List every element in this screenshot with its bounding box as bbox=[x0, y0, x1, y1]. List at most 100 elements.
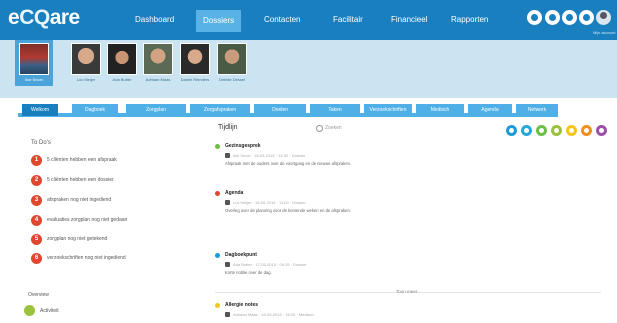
logo-text-mid: CQ bbox=[19, 6, 50, 29]
filter-dagboek-icon[interactable] bbox=[521, 125, 532, 136]
todo-number-badge: 2 bbox=[31, 175, 42, 186]
client-ada-butter[interactable]: Ada Butter bbox=[107, 43, 137, 82]
client-ilse-snoei[interactable]: Ilse Snoei bbox=[15, 40, 53, 86]
overview-item-label: Activiteit bbox=[40, 308, 59, 314]
nav-rapporten[interactable]: Rapporten bbox=[451, 15, 488, 24]
filter-medisch-icon[interactable] bbox=[566, 125, 577, 136]
filter-activiteit-icon[interactable] bbox=[551, 125, 562, 136]
client-name: Adriaan Maas bbox=[145, 77, 171, 82]
entry-body: Korte notitie over de dag. bbox=[225, 270, 272, 275]
entry-body: Afspraak met de ouders over de voortgang… bbox=[225, 161, 352, 166]
entry-meta-text: Ada Butter · 17-05-2015 · 09:15 · Dossie… bbox=[233, 262, 307, 267]
filter-agenda-icon[interactable] bbox=[581, 125, 592, 136]
tab-dagboek[interactable]: Dagboek bbox=[72, 104, 118, 116]
todo-number-badge: 5 bbox=[31, 234, 42, 245]
logo-text-right: are bbox=[49, 6, 81, 29]
search-icon bbox=[316, 125, 323, 132]
entry-bullet-icon bbox=[215, 253, 220, 258]
filter-gesprek-icon[interactable] bbox=[536, 125, 547, 136]
my-account-link[interactable]: Mijn account bbox=[593, 30, 615, 35]
todo-number-badge: 1 bbox=[31, 155, 42, 166]
tab-medisch[interactable]: Medisch bbox=[416, 104, 464, 116]
tab-zorgafspraken[interactable]: Zorgafspraken bbox=[190, 104, 250, 116]
nav-dossiers[interactable]: Dossiers bbox=[196, 10, 242, 32]
app-page: eCQare Dashboard Dossiers Contacten Faci… bbox=[0, 0, 617, 323]
help-icon[interactable] bbox=[579, 10, 594, 25]
entry-body: Overleg over de planning voor de komende… bbox=[225, 208, 351, 213]
entry-meta: Adriaan Maas · 16-05-2015 · 16:20 · Medi… bbox=[225, 312, 314, 318]
client-strip: Ilse Snoei Luc Meijer Ada Butter Adriaan… bbox=[0, 40, 617, 98]
todo-text: 5 cliënten hebben een dossier bbox=[47, 177, 114, 183]
todo-text: evaluaties zorgplan nog niet gedaan bbox=[47, 217, 128, 223]
nav-financieel[interactable]: Financieel bbox=[391, 15, 427, 24]
filter-all-icon[interactable] bbox=[506, 125, 517, 136]
entry-bullet-icon bbox=[215, 191, 220, 196]
timeline-entry[interactable]: Dagboekpunt Ada Butter · 17-05-2015 · 09… bbox=[215, 252, 605, 288]
overview-dot-icon bbox=[24, 305, 35, 316]
settings-icon[interactable] bbox=[545, 10, 560, 25]
client-photo bbox=[143, 43, 173, 75]
ecqare-logo[interactable]: eCQare bbox=[8, 6, 80, 30]
client-photo bbox=[180, 43, 210, 75]
client-debbie-dessel[interactable]: Debbie Dessel bbox=[217, 43, 247, 82]
timeline-entry[interactable]: Agenda Luc Meijer · 18-05-2015 · 11:00 ·… bbox=[215, 190, 605, 246]
user-avatar-icon[interactable] bbox=[596, 10, 611, 25]
todo-text: verzoekschriften nog niet ingediend bbox=[47, 255, 126, 261]
add-icon[interactable] bbox=[527, 10, 542, 25]
overview-title: Overview bbox=[28, 292, 49, 298]
timeline-search-input[interactable]: Zoeken bbox=[316, 124, 382, 133]
author-icon bbox=[225, 153, 230, 159]
client-photo bbox=[71, 43, 101, 75]
search-placeholder: Zoeken bbox=[325, 125, 342, 131]
info-icon[interactable] bbox=[562, 10, 577, 25]
entry-bullet-icon bbox=[215, 303, 220, 308]
tab-taken[interactable]: Taken bbox=[310, 104, 360, 116]
tab-netwerk[interactable]: Netwerk bbox=[516, 104, 558, 116]
entry-meta: Luc Meijer · 18-05-2015 · 11:00 · Dossie… bbox=[225, 200, 306, 206]
entry-meta-text: Ilse Snoei · 18-05-2015 · 14:30 · Dossie… bbox=[233, 153, 306, 158]
timeline-entry[interactable]: Gezinsgesprek Ilse Snoei · 18-05-2015 · … bbox=[215, 143, 605, 183]
client-name: Ada Butter bbox=[112, 77, 132, 82]
tab-welkom[interactable]: Welkom bbox=[22, 104, 58, 116]
logo-text-left: e bbox=[8, 6, 20, 29]
client-name: Luc Meijer bbox=[76, 77, 96, 82]
author-icon bbox=[225, 312, 230, 318]
entry-meta-text: Adriaan Maas · 16-05-2015 · 16:20 · Medi… bbox=[233, 312, 314, 317]
client-name: Ilse Snoei bbox=[25, 77, 43, 82]
entry-title: Dagboekpunt bbox=[225, 252, 257, 258]
client-photo bbox=[19, 43, 49, 75]
tab-verzoekschriften[interactable]: Verzoekschriften bbox=[364, 104, 412, 116]
author-icon bbox=[225, 200, 230, 206]
entry-title: Agenda bbox=[225, 190, 244, 196]
entry-meta: Ada Butter · 17-05-2015 · 09:15 · Dossie… bbox=[225, 262, 307, 268]
client-photo bbox=[107, 43, 137, 75]
todo-text: afspraken nog niet ingediend bbox=[47, 197, 112, 203]
entry-meta-text: Luc Meijer · 18-05-2015 · 11:00 · Dossie… bbox=[233, 200, 306, 205]
nav-dashboard[interactable]: Dashboard bbox=[135, 15, 174, 24]
nav-facilitair[interactable]: Facilitair bbox=[333, 15, 363, 24]
todo-number-badge: 3 bbox=[31, 195, 42, 206]
nav-contacten[interactable]: Contacten bbox=[264, 15, 300, 24]
todo-text: 5 cliënten hebben een afspraak bbox=[47, 157, 117, 163]
timeline-entry[interactable]: Allergie notes Adriaan Maas · 16-05-2015… bbox=[215, 302, 605, 322]
filter-overig-icon[interactable] bbox=[596, 125, 607, 136]
top-navigation-bar: eCQare Dashboard Dossiers Contacten Faci… bbox=[0, 0, 617, 40]
timeline-title: Tijdlijn bbox=[218, 124, 238, 131]
client-photo bbox=[217, 43, 247, 75]
todo-number-badge: 4 bbox=[31, 215, 42, 226]
tab-zorgplan[interactable]: Zorgplan bbox=[126, 104, 186, 116]
client-luc-meijer[interactable]: Luc Meijer bbox=[71, 43, 101, 82]
entry-title: Allergie notes bbox=[225, 302, 259, 308]
entry-meta: Ilse Snoei · 18-05-2015 · 14:30 · Dossie… bbox=[225, 153, 306, 159]
tab-doelen[interactable]: Doelen bbox=[254, 104, 306, 116]
client-adriaan-maas[interactable]: Adriaan Maas bbox=[143, 43, 173, 82]
show-more-link[interactable]: Toon meer bbox=[396, 289, 417, 294]
entry-title: Gezinsgesprek bbox=[225, 143, 261, 149]
todo-text: zorgplan nog niet getekend bbox=[47, 236, 108, 242]
entry-bullet-icon bbox=[215, 144, 220, 149]
tab-agenda[interactable]: Agenda bbox=[468, 104, 512, 116]
author-icon bbox=[225, 262, 230, 268]
client-daniel-reinders[interactable]: Daniel Reinders bbox=[180, 43, 210, 82]
todo-title: To Do's bbox=[31, 140, 51, 146]
dossier-tabs: Welkom Dagboek Zorgplan Zorgafspraken Do… bbox=[0, 101, 617, 119]
